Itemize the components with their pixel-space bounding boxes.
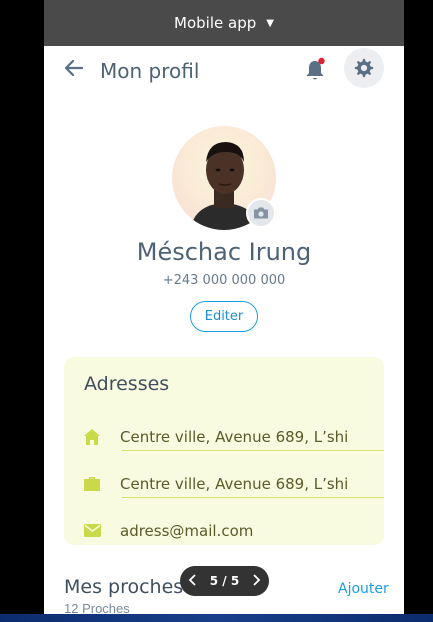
bottom-background-strip (0, 614, 433, 622)
addresses-title: Adresses (84, 373, 170, 395)
divider (122, 497, 384, 498)
back-arrow-icon[interactable] (62, 56, 86, 80)
divider (122, 450, 384, 451)
address-row-email[interactable]: adress@mail.com (82, 507, 384, 554)
change-photo-button[interactable] (246, 198, 276, 228)
mail-icon (82, 521, 102, 541)
notification-dot (318, 57, 325, 65)
app-header: Mon profil (44, 46, 404, 94)
add-relative-link[interactable]: Ajouter (338, 581, 389, 597)
relatives-count: 12 Proches (64, 601, 130, 614)
address-text: Centre ville, Avenue 689, L’shi (120, 427, 349, 446)
phone-screen: Mon profil Méschac Irung +243 000 000 00… (44, 46, 404, 614)
notification-bell-icon[interactable] (303, 57, 327, 83)
profile-avatar[interactable] (172, 126, 278, 230)
camera-icon (254, 207, 268, 219)
briefcase-icon (82, 474, 102, 494)
addresses-card: Adresses Centre ville, Avenue 689, L’shi… (64, 357, 384, 545)
profile-name: Méschac Irung (136, 238, 312, 266)
pager-count: 5 / 5 (209, 574, 240, 588)
address-row-home[interactable]: Centre ville, Avenue 689, L’shi (82, 413, 384, 460)
chevron-down-icon: ▼ (266, 17, 274, 29)
email-text: adress@mail.com (120, 521, 254, 540)
device-selector-bar[interactable]: Mobile app ▼ (44, 0, 404, 46)
chevron-left-icon[interactable] (188, 573, 198, 590)
page-title: Mon profil (100, 59, 200, 83)
screen-pager: 5 / 5 (180, 566, 269, 596)
device-selector-label: Mobile app (174, 14, 257, 32)
address-row-work[interactable]: Centre ville, Avenue 689, L’shi (82, 460, 384, 507)
address-text: Centre ville, Avenue 689, L’shi (120, 474, 349, 493)
chevron-right-icon[interactable] (251, 573, 261, 590)
edit-profile-button[interactable]: Editer (190, 301, 258, 332)
settings-button[interactable] (344, 48, 384, 88)
home-icon (82, 427, 102, 447)
relatives-title: Mes proches (64, 576, 184, 598)
gear-icon (354, 58, 374, 78)
profile-phone: +243 000 000 000 (162, 273, 286, 288)
